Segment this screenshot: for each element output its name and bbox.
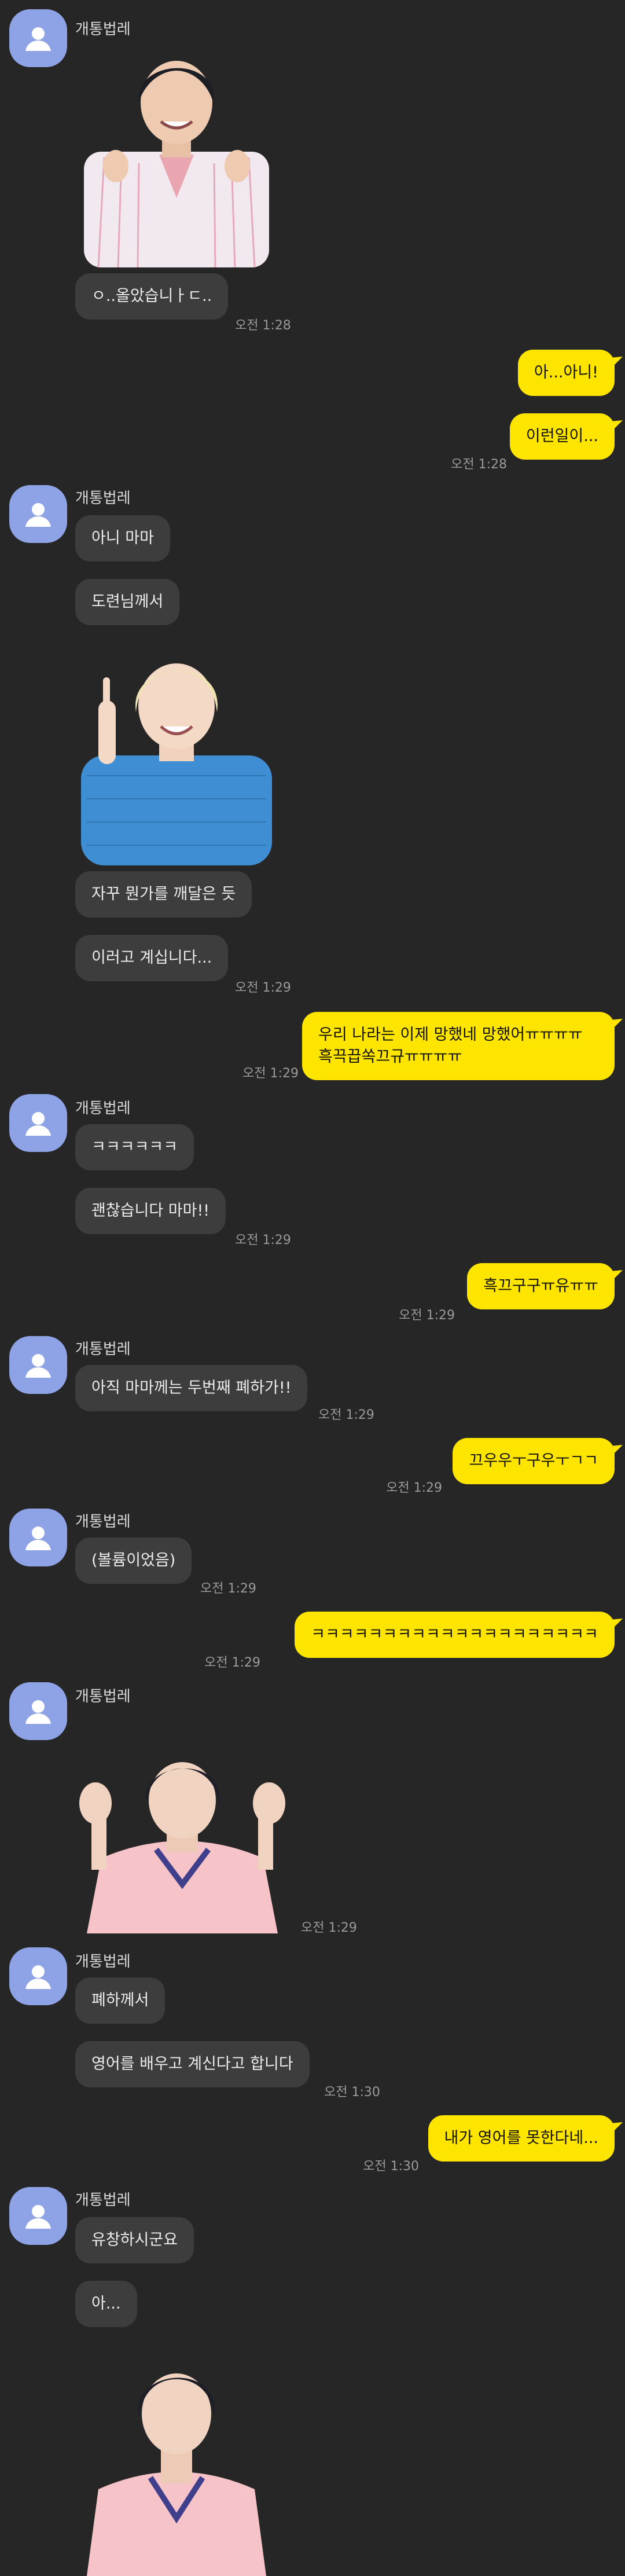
timestamp: 오전 1:30 [363, 2159, 419, 2174]
sender-name: 개통법레 [75, 1688, 131, 1705]
timestamp: 오전 1:29 [235, 981, 291, 995]
message-bubble[interactable]: 내가 영어를 못한다네... [428, 2115, 615, 2162]
avatar[interactable] [9, 9, 67, 67]
sticker-image[interactable] [75, 2344, 278, 2576]
person-icon [25, 1112, 51, 1136]
message-bubble[interactable]: 우리 나라는 이제 망했네 망했어ㅠㅠㅠㅠ 흑끅끕쏙끄규ㅠㅠㅠㅠ [302, 1012, 615, 1080]
message-bubble[interactable]: 괜찮습니다 마마!! [75, 1188, 226, 1234]
sticker-image[interactable] [75, 643, 278, 865]
avatar[interactable] [9, 2187, 67, 2245]
timestamp: 오전 1:28 [235, 318, 291, 333]
timestamp: 오전 1:29 [301, 1921, 357, 1935]
person-icon [25, 503, 51, 527]
timestamp: 오전 1:29 [204, 1656, 260, 1670]
avatar[interactable] [9, 1947, 67, 2005]
timestamp: 오전 1:29 [242, 1066, 299, 1081]
message-bubble[interactable]: 끄우우ㅜ구우ㅜㄱㄱ [453, 1438, 615, 1484]
message-bubble[interactable]: ㅋㅋㅋㅋㅋㅋㅋㅋㅋㅋㅋㅋㅋㅋㅋㅋㅋㅋㅋㅋ [295, 1612, 615, 1658]
person-icon [25, 1700, 51, 1724]
message-bubble[interactable]: 자꾸 뭔가를 깨달은 듯 [75, 871, 252, 918]
sender-name: 개통법레 [75, 490, 131, 507]
message-bubble[interactable]: 영어를 배우고 계신다고 합니다 [75, 2041, 310, 2087]
message-bubble[interactable]: (볼륨이었음) [75, 1537, 192, 1584]
message-bubble[interactable]: 흑끄구구ㅠ유ㅠㅠ [467, 1263, 615, 1309]
sender-name: 개통법레 [75, 1341, 131, 1358]
sender-name: 개통법레 [75, 21, 131, 38]
sticker-image[interactable] [75, 1748, 289, 1933]
person-icon [25, 1526, 51, 1550]
message-bubble[interactable]: 이러고 계십니다... [75, 935, 229, 981]
timestamp: 오전 1:29 [386, 1481, 442, 1495]
sender-name: 개통법레 [75, 1100, 131, 1117]
message-bubble[interactable]: 이런일이... [509, 413, 615, 460]
message-bubble[interactable]: 도련님께서 [75, 579, 180, 625]
avatar[interactable] [9, 1094, 67, 1152]
timestamp: 오전 1:29 [200, 1581, 256, 1596]
timestamp: 오전 1:29 [318, 1408, 374, 1422]
sender-name: 개통법레 [75, 1953, 131, 1970]
message-bubble[interactable]: 아니 마마 [75, 515, 170, 562]
message-bubble[interactable]: ㅇ..올았습니ㅏㄷ.. [75, 273, 229, 320]
message-bubble[interactable]: 아직 마마께는 두번째 폐하가!! [75, 1365, 308, 1411]
avatar[interactable] [9, 1509, 67, 1566]
avatar[interactable] [9, 1682, 67, 1740]
avatar[interactable] [9, 1336, 67, 1394]
timestamp: 오전 1:29 [235, 1233, 291, 1247]
timestamp: 오전 1:30 [324, 2085, 380, 2100]
sticker-image[interactable] [75, 47, 278, 267]
message-bubble[interactable]: ㅋㅋㅋㅋㅋㅋ [75, 1124, 194, 1170]
person-icon [25, 1965, 51, 1989]
avatar[interactable] [9, 485, 67, 543]
person-icon [25, 2205, 51, 2229]
sender-name: 개통법레 [75, 2192, 131, 2209]
person-icon [25, 27, 51, 51]
message-bubble[interactable]: 유창하시군요 [75, 2217, 194, 2263]
message-bubble[interactable]: 아... [75, 2281, 137, 2327]
timestamp: 오전 1:28 [451, 457, 507, 472]
message-bubble[interactable]: 폐하께서 [75, 1977, 166, 2024]
timestamp: 오전 1:29 [399, 1308, 455, 1323]
sender-name: 개통법레 [75, 1513, 131, 1531]
person-icon [25, 1354, 51, 1378]
message-bubble[interactable]: 아...아니! [517, 350, 615, 396]
